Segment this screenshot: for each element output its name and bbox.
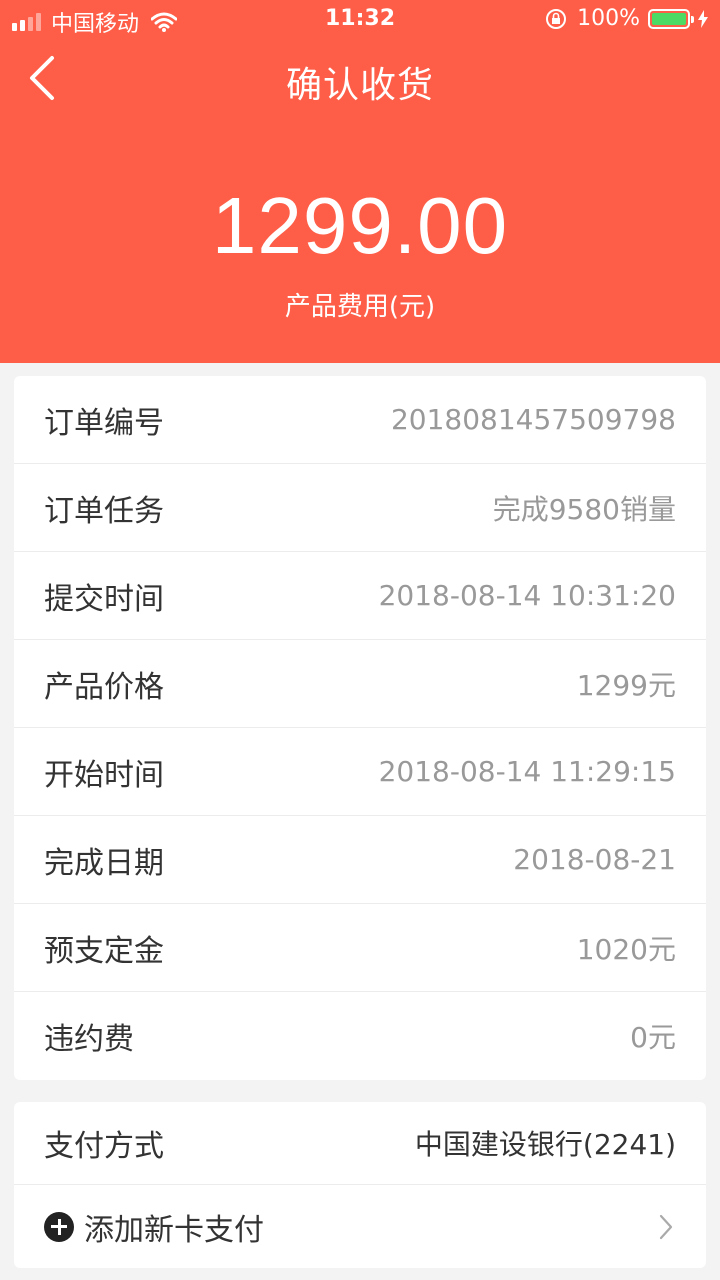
detail-row-order-number: 订单编号 2018081457509798 [14, 376, 706, 464]
detail-label: 开始时间 [44, 757, 164, 793]
detail-label: 预支定金 [44, 933, 164, 969]
amount-label: 产品费用(元) [284, 292, 436, 322]
page-title: 确认收货 [285, 65, 434, 106]
detail-value: 1020元 [576, 932, 676, 966]
payment-card: 支付方式 中国建设银行(2241) 添加新卡支付 [14, 1102, 706, 1268]
add-card-row[interactable]: 添加新卡支付 [14, 1185, 706, 1268]
payment-method-value: 中国建设银行(2241) [414, 1128, 676, 1161]
amount-value: 1299.00 [211, 181, 509, 270]
detail-row-order-task: 订单任务 完成9580销量 [14, 464, 706, 552]
detail-label: 订单任务 [44, 493, 164, 529]
detail-row-start-time: 开始时间 2018-08-14 11:29:15 [14, 728, 706, 816]
detail-row-penalty: 违约费 0元 [14, 992, 706, 1080]
detail-value: 0元 [630, 1021, 676, 1054]
detail-row-submit-time: 提交时间 2018-08-14 10:31:20 [14, 552, 706, 640]
payment-method-row[interactable]: 支付方式 中国建设银行(2241) [14, 1102, 706, 1185]
detail-label: 违约费 [44, 1022, 134, 1057]
payment-method-label: 支付方式 [44, 1129, 164, 1164]
detail-label: 产品价格 [44, 669, 164, 705]
detail-label: 完成日期 [44, 845, 164, 881]
status-right: 100% [545, 6, 708, 31]
status-bar: 中国移动 11:32 100% [0, 0, 720, 40]
detail-value: 2018-08-14 10:31:20 [378, 579, 676, 612]
detail-value: 2018-08-14 11:29:15 [378, 755, 676, 788]
detail-value: 2018081457509798 [390, 403, 676, 436]
detail-value: 2018-08-21 [513, 843, 676, 876]
detail-value: 完成9580销量 [492, 492, 676, 526]
add-card-left: 添加新卡支付 [44, 1205, 264, 1249]
detail-row-product-price: 产品价格 1299元 [14, 640, 706, 728]
rotation-lock-icon [546, 8, 567, 29]
order-details-card: 订单编号 2018081457509798 订单任务 完成9580销量 提交时间… [14, 376, 706, 1080]
detail-label: 订单编号 [44, 405, 164, 441]
detail-row-deposit: 预支定金 1020元 [14, 904, 706, 992]
detail-label: 提交时间 [44, 581, 164, 617]
header: 中国移动 11:32 100% 确认收货 1299.00 产品费用(元) [0, 0, 720, 363]
add-circle-icon [44, 1211, 74, 1242]
detail-value: 1299元 [576, 668, 676, 702]
battery-percent: 100% [577, 6, 640, 31]
chevron-right-icon [659, 1214, 673, 1239]
battery-icon [648, 8, 694, 29]
add-card-label: 添加新卡支付 [84, 1212, 264, 1248]
charging-icon [698, 9, 708, 28]
detail-row-completion-date: 完成日期 2018-08-21 [14, 816, 706, 904]
